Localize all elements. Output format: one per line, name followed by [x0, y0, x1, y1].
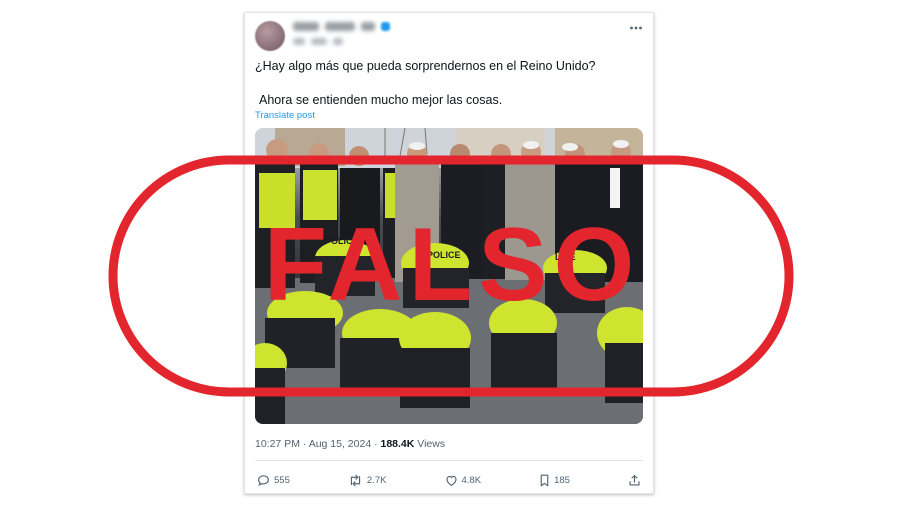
- post-timestamp[interactable]: 10:27 PM · Aug 15, 2024 ·: [255, 438, 381, 450]
- bookmark-button[interactable]: 185: [539, 474, 570, 487]
- views-count: 188.4K: [380, 438, 415, 450]
- reply-icon: [258, 474, 269, 486]
- repost-icon: [350, 474, 361, 486]
- bookmark-count: 185: [554, 474, 570, 486]
- post-text-line1: ¿Hay algo más que pueda sorprendernos en…: [255, 59, 596, 73]
- reply-count: 555: [274, 474, 290, 486]
- divider: [255, 460, 643, 461]
- post-metadata: 10:27 PM · Aug 15, 2024 · 188.4K Views: [255, 438, 445, 450]
- like-button[interactable]: 4.8K: [445, 474, 482, 487]
- bookmark-icon: [540, 474, 549, 486]
- share-icon: [629, 474, 640, 486]
- author-name-blurred[interactable]: [293, 22, 390, 31]
- action-bar: 555 2.7K 4.8K 185: [257, 471, 641, 489]
- reply-button[interactable]: 555: [257, 474, 290, 487]
- share-button[interactable]: [628, 474, 641, 487]
- repost-count: 2.7K: [366, 474, 387, 486]
- falso-stamp-text: FALSO: [263, 207, 641, 323]
- repost-button[interactable]: 2.7K: [348, 474, 387, 487]
- avatar[interactable]: [255, 21, 285, 51]
- author-handle-blurred: [293, 38, 343, 45]
- post-text-line2: Ahora se entienden mucho mejor las cosas…: [259, 93, 503, 107]
- views-label: Views: [414, 438, 446, 450]
- like-count: 4.8K: [461, 474, 482, 486]
- translate-post-link[interactable]: Translate post: [255, 110, 315, 121]
- more-options-icon[interactable]: [629, 21, 643, 40]
- heart-icon: [445, 475, 457, 486]
